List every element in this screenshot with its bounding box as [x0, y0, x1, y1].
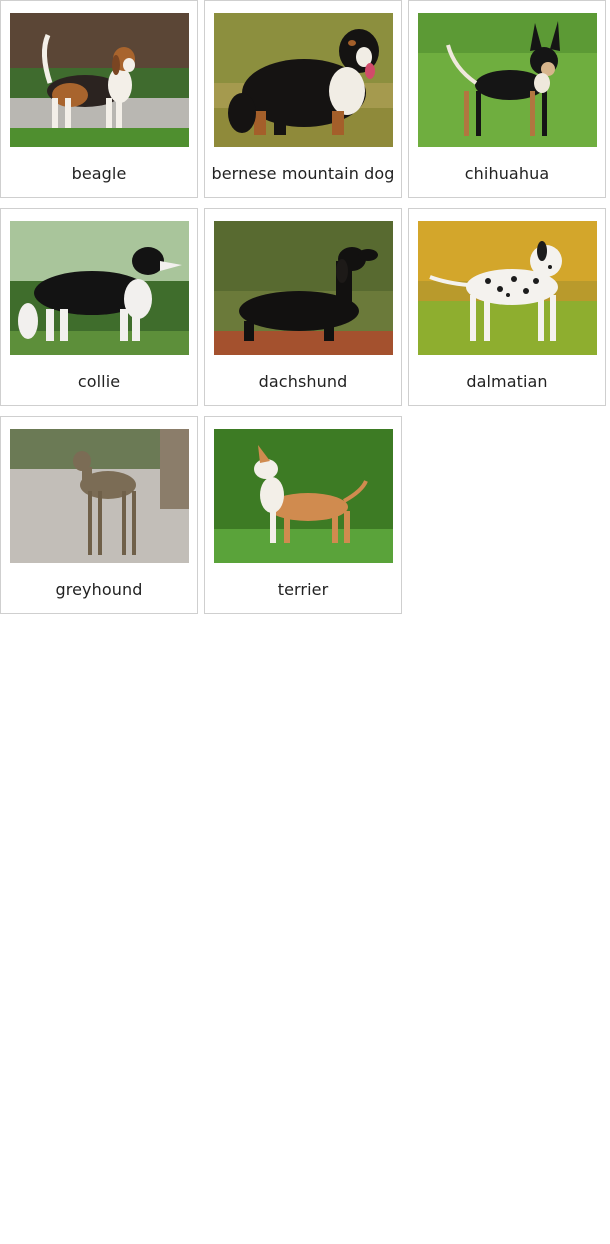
card-label: greyhound	[55, 580, 143, 599]
dalmatian-photo	[418, 221, 597, 355]
card-label: collie	[77, 372, 121, 391]
beagle-photo	[10, 13, 189, 147]
card-bernese-mountain-dog[interactable]: bernese mountain dog	[204, 0, 402, 198]
greyhound-photo	[10, 429, 189, 563]
card-label: bernese mountain dog	[211, 164, 395, 183]
card-dalmatian[interactable]: dalmatian	[408, 208, 606, 406]
card-dachshund[interactable]: dachshund	[204, 208, 402, 406]
card-collie[interactable]: collie	[0, 208, 198, 406]
card-terrier[interactable]: terrier	[204, 416, 402, 614]
card-label: beagle	[71, 164, 127, 183]
card-beagle[interactable]: beagle	[0, 0, 198, 198]
card-label: dalmatian	[466, 372, 548, 391]
card-label: chihuahua	[464, 164, 550, 183]
card-greyhound[interactable]: greyhound	[0, 416, 198, 614]
dachshund-photo	[214, 221, 393, 355]
bernese-mountain-dog-photo	[214, 13, 393, 147]
terrier-photo	[214, 429, 393, 563]
collie-photo	[10, 221, 189, 355]
card-label: terrier	[277, 580, 329, 599]
card-label: dachshund	[258, 372, 348, 391]
card-chihuahua[interactable]: chihuahua	[408, 0, 606, 198]
chihuahua-photo	[418, 13, 597, 147]
